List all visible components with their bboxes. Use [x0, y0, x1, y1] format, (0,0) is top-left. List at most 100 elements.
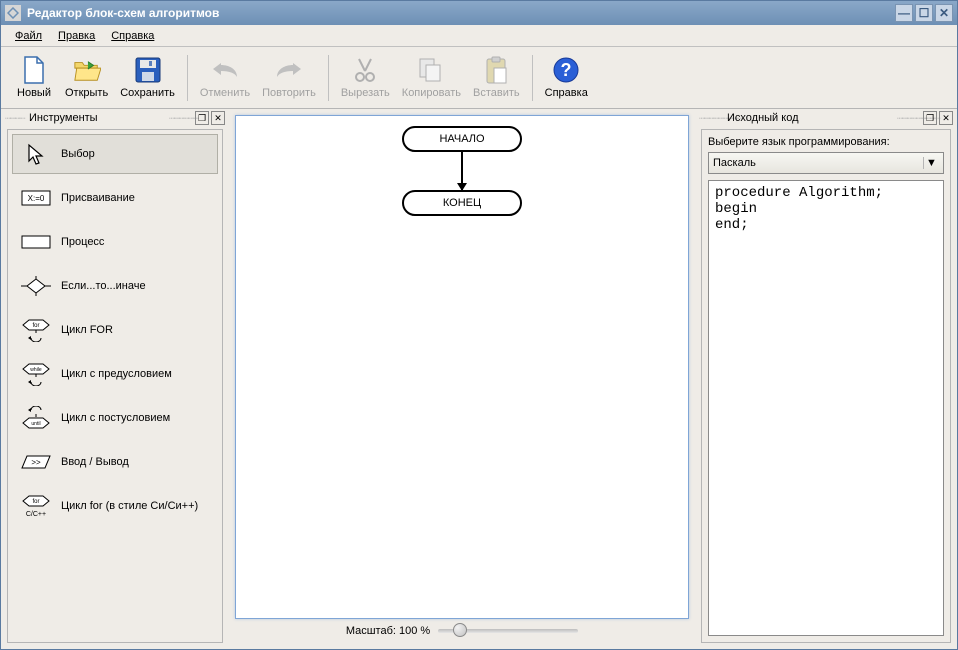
zoom-slider[interactable]	[438, 629, 578, 633]
clipboard-icon	[482, 56, 510, 84]
grip-icon: ┈┈┈┈┈┈	[169, 112, 193, 125]
copy-icon	[417, 56, 445, 84]
separator	[328, 55, 329, 101]
tool-label: Цикл с постусловием	[61, 412, 170, 424]
detach-button[interactable]: ❐	[195, 111, 209, 125]
source-panel-title: Исходный код	[727, 112, 799, 124]
help-icon: ?	[552, 56, 580, 84]
zoom-bar: Масштаб: 100 %	[235, 619, 689, 643]
zoom-label: Масштаб: 100 %	[346, 625, 430, 637]
tool-label: Присваивание	[61, 192, 135, 204]
open-label: Открыть	[65, 87, 108, 99]
cut-label: Вырезать	[341, 87, 390, 99]
diamond-icon	[21, 275, 51, 297]
chevron-down-icon: ▼	[923, 157, 939, 169]
separator	[187, 55, 188, 101]
panel-close-button[interactable]: ✕	[939, 111, 953, 125]
tool-cfor[interactable]: for C/C++ Цикл for (в стиле Си/Си++)	[12, 486, 218, 526]
language-label: Выберите язык программирования:	[708, 136, 944, 148]
menu-edit[interactable]: Правка	[50, 28, 103, 44]
help-label: Справка	[545, 87, 588, 99]
tools-panel: ┈┈┈┈ Инструменты ┈┈┈┈┈┈ ❐ ✕ Выбор X:=0 П…	[1, 109, 229, 649]
new-button[interactable]: Новый	[9, 51, 59, 105]
cut-button[interactable]: Вырезать	[335, 51, 396, 105]
tool-select[interactable]: Выбор	[12, 134, 218, 174]
tool-label: Цикл FOR	[61, 324, 113, 336]
minimize-button[interactable]: —	[895, 4, 913, 22]
tool-label: Если...то...иначе	[61, 280, 146, 292]
end-node[interactable]: КОНЕЦ	[402, 190, 522, 216]
tool-io[interactable]: >> Ввод / Вывод	[12, 442, 218, 482]
tool-process[interactable]: Процесс	[12, 222, 218, 262]
help-button[interactable]: ? Справка	[539, 51, 594, 105]
copy-button[interactable]: Копировать	[396, 51, 467, 105]
tools-panel-header: ┈┈┈┈ Инструменты ┈┈┈┈┈┈ ❐ ✕	[1, 109, 229, 127]
tool-assign[interactable]: X:=0 Присваивание	[12, 178, 218, 218]
separator	[532, 55, 533, 101]
menu-help[interactable]: Справка	[103, 28, 162, 44]
cursor-icon	[21, 143, 51, 165]
canvas-area: НАЧАЛО КОНЕЦ Масштаб: 100 %	[229, 109, 695, 649]
assign-icon: X:=0	[21, 187, 51, 209]
while-loop-icon: while	[21, 363, 51, 385]
maximize-button[interactable]: ☐	[915, 4, 933, 22]
source-panel-header: ┈┈┈┈┈┈┈┈┈ Исходный код ┈┈┈┈┈┈┈┈┈ ❐ ✕	[695, 109, 957, 127]
svg-text:C/C++: C/C++	[26, 511, 46, 518]
toolbar: Новый Открыть Сохранить Отменить Повтори…	[1, 47, 957, 109]
tool-label: Выбор	[61, 148, 95, 160]
menu-file[interactable]: Файл	[7, 28, 50, 44]
grip-icon: ┈┈┈┈┈┈┈┈┈	[699, 112, 723, 125]
process-icon	[21, 231, 51, 253]
paste-button[interactable]: Вставить	[467, 51, 526, 105]
source-code-box[interactable]: procedure Algorithm; begin end;	[708, 180, 944, 636]
new-label: Новый	[17, 87, 51, 99]
tool-until[interactable]: until Цикл с постусловием	[12, 398, 218, 438]
window-title: Редактор блок-схем алгоритмов	[27, 6, 893, 20]
tool-label: Цикл с предусловием	[61, 368, 172, 380]
undo-icon	[211, 56, 239, 84]
paste-label: Вставить	[473, 87, 520, 99]
source-panel: ┈┈┈┈┈┈┈┈┈ Исходный код ┈┈┈┈┈┈┈┈┈ ❐ ✕ Выб…	[695, 109, 957, 649]
redo-button[interactable]: Повторить	[256, 51, 322, 105]
svg-text:X:=0: X:=0	[28, 194, 45, 203]
tool-for[interactable]: for Цикл FOR	[12, 310, 218, 350]
close-button[interactable]: ✕	[935, 4, 953, 22]
redo-label: Повторить	[262, 87, 316, 99]
cfor-loop-icon: for C/C++	[21, 495, 51, 517]
for-loop-icon: for	[21, 319, 51, 341]
io-icon: >>	[21, 451, 51, 473]
grip-icon: ┈┈┈┈	[5, 112, 29, 125]
panel-close-button[interactable]: ✕	[211, 111, 225, 125]
svg-text:while: while	[30, 367, 42, 373]
tool-label: Цикл for (в стиле Си/Си++)	[61, 500, 198, 512]
tools-list: Выбор X:=0 Присваивание Процесс Если...т…	[7, 129, 223, 643]
open-button[interactable]: Открыть	[59, 51, 114, 105]
menubar: Файл Правка Справка	[1, 25, 957, 47]
svg-text:?: ?	[561, 60, 572, 80]
arrow-icon	[461, 152, 463, 190]
save-label: Сохранить	[120, 87, 175, 99]
save-button[interactable]: Сохранить	[114, 51, 181, 105]
copy-label: Копировать	[402, 87, 461, 99]
scissors-icon	[351, 56, 379, 84]
tool-label: Процесс	[61, 236, 104, 248]
open-folder-icon	[73, 56, 101, 84]
language-combobox[interactable]: Паскаль ▼	[708, 152, 944, 174]
language-selected: Паскаль	[713, 157, 923, 169]
tool-label: Ввод / Вывод	[61, 456, 129, 468]
undo-label: Отменить	[200, 87, 250, 99]
save-floppy-icon	[134, 56, 162, 84]
svg-text:for: for	[32, 499, 39, 505]
tool-while[interactable]: while Цикл с предусловием	[12, 354, 218, 394]
tools-panel-title: Инструменты	[29, 112, 98, 124]
start-node[interactable]: НАЧАЛО	[402, 126, 522, 152]
redo-icon	[275, 56, 303, 84]
svg-text:>>: >>	[31, 458, 41, 467]
grip-icon: ┈┈┈┈┈┈┈┈┈	[897, 112, 921, 125]
slider-thumb[interactable]	[453, 623, 467, 637]
flowchart-canvas[interactable]: НАЧАЛО КОНЕЦ	[235, 115, 689, 619]
detach-button[interactable]: ❐	[923, 111, 937, 125]
undo-button[interactable]: Отменить	[194, 51, 256, 105]
tool-if[interactable]: Если...то...иначе	[12, 266, 218, 306]
until-loop-icon: until	[21, 407, 51, 429]
